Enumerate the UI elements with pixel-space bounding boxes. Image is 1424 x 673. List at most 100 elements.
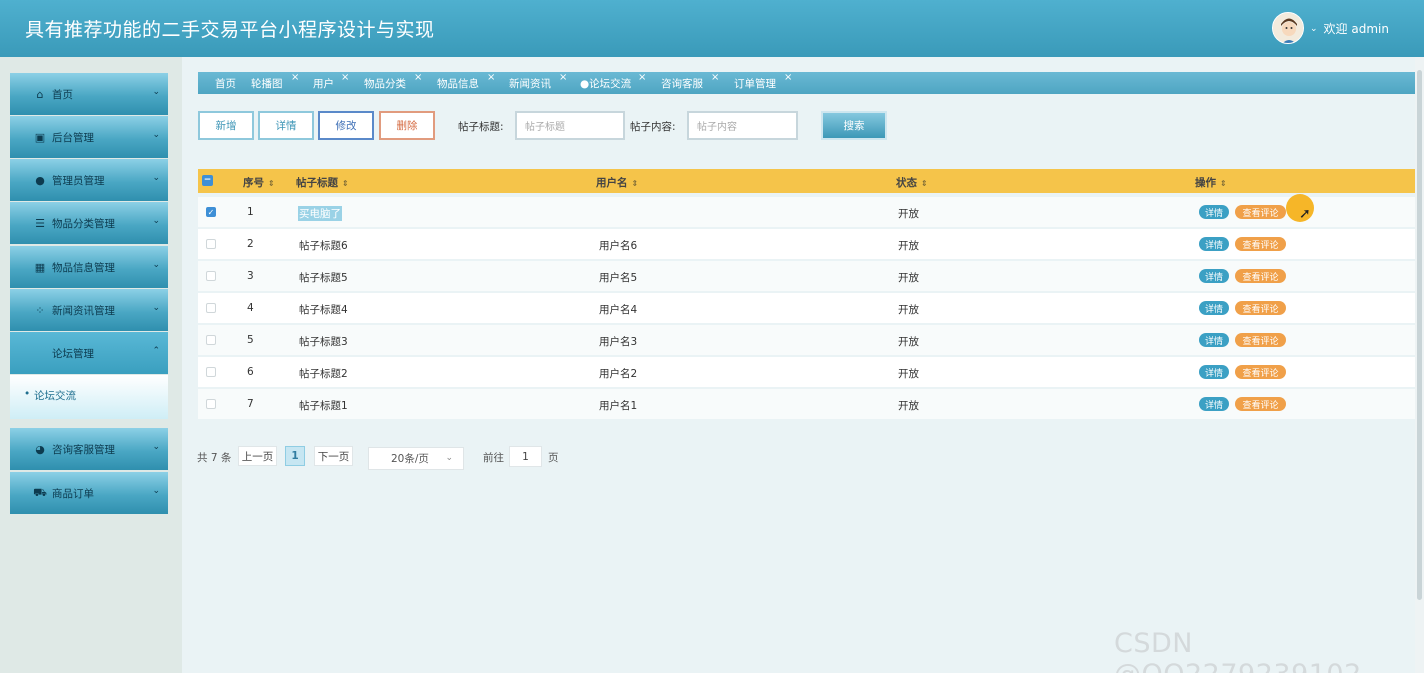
table-row[interactable]: 2 帖子标题6 用户名6 开放 详情 查看评论 <box>198 229 1415 259</box>
row-detail-button[interactable]: 详情 <box>1199 237 1229 251</box>
row-user: 用户名2 <box>599 368 638 380</box>
column-user[interactable]: 用户名 ⇕ <box>596 175 638 190</box>
chevron-down-icon: ⌄ <box>445 453 453 463</box>
add-button[interactable]: 新增 <box>198 111 254 140</box>
sidebar-item-home[interactable]: ⌂ 首页 ⌄ <box>10 73 168 115</box>
page-size-select[interactable]: 20条/页 ⌄ <box>368 447 464 470</box>
tab-goods[interactable]: 物品信息 × <box>437 72 495 91</box>
sidebar-item-orders[interactable]: ⛟ 商品订单 ⌄ <box>10 472 168 514</box>
compass-icon: ◕ <box>35 442 45 456</box>
table-row[interactable]: 7 帖子标题1 用户名1 开放 详情 查看评论 <box>198 389 1415 419</box>
sidebar-item-backend[interactable]: ▣ 后台管理 ⌄ <box>10 116 168 158</box>
app-title: 具有推荐功能的二手交易平台小程序设计与实现 <box>25 19 435 41</box>
sidebar-item-admin[interactable]: ● 管理员管理 ⌄ <box>10 159 168 201</box>
sidebar-item-label: 后台管理 <box>52 131 94 144</box>
close-icon[interactable]: × <box>559 72 567 83</box>
sidebar-item-label: 物品信息管理 <box>52 261 115 274</box>
column-actions: 操作 ⇕ <box>1195 175 1227 190</box>
row-detail-button[interactable]: 详情 <box>1199 301 1229 315</box>
tab-service[interactable]: 咨询客服 × <box>661 72 719 91</box>
sort-icon: ⇕ <box>631 179 639 188</box>
avatar-icon[interactable] <box>1272 12 1304 44</box>
sidebar-item-news[interactable]: ⁘ 新闻资讯管理 ⌄ <box>10 289 168 331</box>
user-icon: ● <box>35 173 45 187</box>
user-menu[interactable]: ⌄ 欢迎 admin <box>1310 20 1389 37</box>
close-icon[interactable]: × <box>784 72 792 83</box>
car-icon: ⛟ <box>33 485 47 499</box>
chevron-down-icon: ⌄ <box>152 216 160 226</box>
edit-button[interactable]: 修改 <box>318 111 374 140</box>
row-detail-button[interactable]: 详情 <box>1199 333 1229 347</box>
page-number-1[interactable]: 1 <box>285 446 305 466</box>
row-comment-button[interactable]: 查看评论 <box>1235 301 1286 315</box>
row-checkbox[interactable] <box>206 239 216 249</box>
tab-category[interactable]: 物品分类 × <box>364 72 422 91</box>
tab-orders[interactable]: 订单管理 × <box>734 72 792 91</box>
table-row[interactable]: 4 帖子标题4 用户名4 开放 详情 查看评论 <box>198 293 1415 323</box>
close-icon[interactable]: × <box>711 72 719 83</box>
next-page-button[interactable]: 下一页 <box>314 446 353 466</box>
row-comment-button[interactable]: 查看评论 <box>1235 397 1286 411</box>
chevron-down-icon: ⌄ <box>152 442 160 452</box>
table-row[interactable]: 5 帖子标题3 用户名3 开放 详情 查看评论 <box>198 325 1415 355</box>
row-detail-button[interactable]: 详情 <box>1199 397 1229 411</box>
row-status: 开放 <box>898 272 919 284</box>
row-status: 开放 <box>898 400 919 412</box>
column-title[interactable]: 帖子标题 ⇕ <box>296 175 349 190</box>
row-checkbox[interactable] <box>206 367 216 377</box>
tab-user[interactable]: 用户 × <box>313 72 349 91</box>
delete-button[interactable]: 删除 <box>379 111 435 140</box>
tab-carousel[interactable]: 轮播图 × <box>251 72 299 91</box>
row-detail-button[interactable]: 详情 <box>1199 205 1229 219</box>
search-button[interactable]: 搜索 <box>821 111 887 140</box>
table-row[interactable]: 6 帖子标题2 用户名2 开放 详情 查看评论 <box>198 357 1415 387</box>
close-icon[interactable]: × <box>414 72 422 83</box>
watermark: CSDN @QQ2279239102 <box>1114 628 1361 673</box>
select-all-checkbox[interactable]: − <box>202 175 213 186</box>
goto-label: 前往 <box>483 452 504 464</box>
prev-page-button[interactable]: 上一页 <box>238 446 277 466</box>
table-row[interactable]: ✓ 1 买电脑了 开放 详情 查看评论 <box>198 197 1415 227</box>
tab-home[interactable]: 首页 <box>215 76 236 91</box>
close-icon[interactable]: × <box>638 72 646 83</box>
sidebar-item-label: 新闻资讯管理 <box>52 304 115 317</box>
row-detail-button[interactable]: 详情 <box>1199 269 1229 283</box>
tab-forum[interactable]: ●论坛交流 × <box>580 72 646 91</box>
content-filter-label: 帖子内容: <box>630 121 676 133</box>
row-checkbox[interactable]: ✓ <box>206 207 216 217</box>
row-checkbox[interactable] <box>206 399 216 409</box>
row-comment-button[interactable]: 查看评论 <box>1235 269 1286 283</box>
sidebar-item-forum[interactable]: 论坛管理 ⌃ <box>10 332 168 374</box>
row-comment-button[interactable]: 查看评论 <box>1235 205 1286 219</box>
row-checkbox[interactable] <box>206 271 216 281</box>
detail-button[interactable]: 详情 <box>258 111 314 140</box>
row-checkbox[interactable] <box>206 335 216 345</box>
row-comment-button[interactable]: 查看评论 <box>1235 365 1286 379</box>
sidebar-item-label: 咨询客服管理 <box>52 443 115 456</box>
column-label: 操作 <box>1195 177 1216 189</box>
close-icon[interactable]: × <box>487 72 495 83</box>
table-row[interactable]: 3 帖子标题5 用户名5 开放 详情 查看评论 <box>198 261 1415 291</box>
row-detail-button[interactable]: 详情 <box>1199 365 1229 379</box>
close-icon[interactable]: × <box>341 72 349 83</box>
row-comment-button[interactable]: 查看评论 <box>1235 333 1286 347</box>
tab-news[interactable]: 新闻资讯 × <box>509 72 567 91</box>
column-status[interactable]: 状态 ⇕ <box>896 175 928 190</box>
close-icon[interactable]: × <box>291 72 299 83</box>
sidebar-subitem-forum[interactable]: 论坛交流 <box>24 388 76 403</box>
sidebar-item-service[interactable]: ◕ 咨询客服管理 ⌄ <box>10 428 168 470</box>
scrollbar-thumb[interactable] <box>1417 70 1422 600</box>
sidebar-item-goods[interactable]: ▦ 物品信息管理 ⌄ <box>10 246 168 288</box>
goto-page-input[interactable]: 1 <box>509 446 542 467</box>
row-comment-button[interactable]: 查看评论 <box>1235 237 1286 251</box>
server-icon: ☰ <box>35 216 45 230</box>
content-search-input[interactable]: 帖子内容 <box>687 111 798 140</box>
sidebar-item-category[interactable]: ☰ 物品分类管理 ⌄ <box>10 202 168 244</box>
column-index[interactable]: 序号 ⇕ <box>243 175 275 190</box>
title-search-input[interactable]: 帖子标题 <box>515 111 625 140</box>
row-title: 帖子标题5 <box>299 272 348 284</box>
chevron-down-icon: ⌄ <box>152 173 160 183</box>
content-placeholder: 帖子内容 <box>697 122 737 133</box>
row-checkbox[interactable] <box>206 303 216 313</box>
row-user: 用户名6 <box>599 240 638 252</box>
